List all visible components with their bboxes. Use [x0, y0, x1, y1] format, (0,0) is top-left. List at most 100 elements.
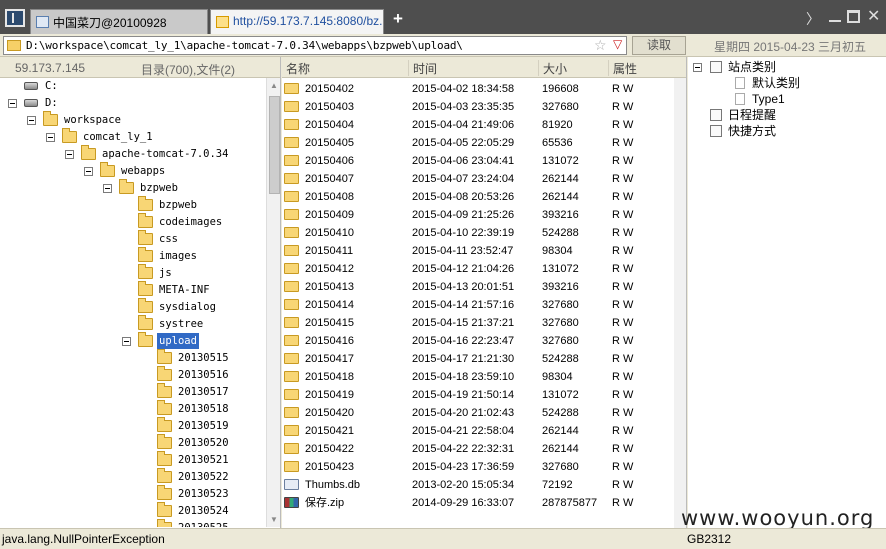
collapse-toggle-icon[interactable] [8, 99, 17, 108]
tree-node-label: 20130517 [178, 386, 229, 398]
encoding-label[interactable]: GB2312 [687, 532, 731, 546]
new-tab-plus-icon[interactable]: + [390, 10, 406, 28]
tree-node[interactable]: bzpweb [0, 196, 260, 214]
collapse-toggle-icon[interactable] [84, 167, 93, 176]
file-row[interactable]: 20150417 2015-04-17 21:21:30 524288 R W [282, 350, 674, 368]
file-attr: R W [612, 83, 634, 95]
close-icon[interactable]: ✕ [867, 9, 883, 25]
file-row[interactable]: 20150413 2015-04-13 20:01:51 393216 R W [282, 278, 674, 296]
folder-icon [62, 128, 77, 143]
column-name[interactable]: 名称 [282, 60, 310, 76]
collapse-toggle-icon[interactable] [122, 337, 131, 346]
file-row[interactable]: 20150403 2015-04-03 23:35:35 327680 R W [282, 98, 674, 116]
collapse-toggle-icon[interactable] [27, 116, 36, 125]
tree-node[interactable]: 20130525 [0, 519, 260, 527]
site-tree-node[interactable]: 快捷方式 [688, 123, 878, 139]
file-row[interactable]: 20150404 2015-04-04 21:49:06 81920 R W [282, 116, 674, 134]
file-list-scrollbar[interactable] [674, 78, 686, 528]
tree-node[interactable]: webapps [0, 162, 260, 180]
tree-node[interactable]: css [0, 230, 260, 248]
file-row[interactable]: 20150419 2015-04-19 21:50:14 131072 R W [282, 386, 674, 404]
tree-node-label: 20130522 [178, 471, 229, 483]
tree-node-label: 20130515 [178, 352, 229, 364]
file-row[interactable]: 20150414 2015-04-14 21:57:16 327680 R W [282, 296, 674, 314]
tree-node[interactable]: C: [0, 78, 260, 95]
path-input[interactable]: D:\workspace\comcat_ly_1\apache-tomcat-7… [3, 36, 627, 55]
title-bar: 中国菜刀@20100928 http://59.173.7.145:8080/b… [0, 0, 886, 34]
tree-node[interactable]: codeimages [0, 213, 260, 231]
tree-node[interactable]: apache-tomcat-7.0.34 [0, 145, 260, 163]
tree-node[interactable]: 20130524 [0, 502, 260, 520]
file-row[interactable]: 20150402 2015-04-02 18:34:58 196608 R W [282, 80, 674, 98]
site-tree-node[interactable]: Type1 [688, 91, 878, 107]
tree-node[interactable]: 20130518 [0, 400, 260, 418]
file-row[interactable]: 20150420 2015-04-20 21:02:43 524288 R W [282, 404, 674, 422]
file-row[interactable]: 20150412 2015-04-12 21:04:26 131072 R W [282, 260, 674, 278]
read-button[interactable]: 读取 [632, 36, 686, 55]
file-time: 2015-04-14 21:57:16 [412, 299, 515, 311]
file-size: 98304 [542, 245, 573, 257]
scroll-thumb[interactable] [269, 96, 280, 194]
tree-node[interactable]: bzpweb [0, 179, 260, 197]
scroll-up-icon[interactable]: ▲ [270, 81, 278, 90]
minimize-icon[interactable] [827, 9, 843, 25]
scroll-down-icon[interactable]: ▼ [270, 515, 278, 524]
tree-node[interactable]: 20130523 [0, 485, 260, 503]
tree-node[interactable]: 20130516 [0, 366, 260, 384]
tree-node[interactable]: comcat_ly_1 [0, 128, 260, 146]
site-tree-node[interactable]: 站点类别 [688, 59, 878, 75]
column-attr[interactable]: 属性 [608, 60, 637, 76]
file-row[interactable]: 20150415 2015-04-15 21:37:21 327680 R W [282, 314, 674, 332]
tree-node[interactable]: D: [0, 95, 260, 112]
collapse-toggle-icon[interactable] [693, 63, 702, 72]
tree-node[interactable]: sysdialog [0, 298, 260, 316]
file-row[interactable]: 20150408 2015-04-08 20:53:26 262144 R W [282, 188, 674, 206]
page-icon [735, 77, 745, 89]
collapse-toggle-icon[interactable] [103, 184, 112, 193]
file-row[interactable]: 20150421 2015-04-21 22:58:04 262144 R W [282, 422, 674, 440]
file-row[interactable]: 20150409 2015-04-09 21:25:26 393216 R W [282, 206, 674, 224]
tree-node[interactable]: 20130521 [0, 451, 260, 469]
tree-node[interactable]: 20130520 [0, 434, 260, 452]
file-row[interactable]: 20150407 2015-04-07 23:24:04 262144 R W [282, 170, 674, 188]
star-icon[interactable]: ☆ [594, 37, 607, 54]
tree-node-label: systree [159, 318, 204, 330]
file-row[interactable]: 20150406 2015-04-06 23:04:41 131072 R W [282, 152, 674, 170]
tree-scrollbar[interactable]: ▲ ▼ [266, 78, 280, 527]
file-row[interactable]: 20150422 2015-04-22 22:32:31 262144 R W [282, 440, 674, 458]
file-row[interactable]: 20150411 2015-04-11 23:52:47 98304 R W [282, 242, 674, 260]
site-tree-node[interactable]: 日程提醒 [688, 107, 878, 123]
tree-node[interactable]: 20130519 [0, 417, 260, 435]
file-row[interactable]: 20150410 2015-04-10 22:39:19 524288 R W [282, 224, 674, 242]
maximize-icon[interactable] [847, 10, 860, 23]
file-row[interactable]: 保存.zip 2014-09-29 16:33:07 287875877 R W [282, 494, 674, 512]
file-name: 20150403 [305, 101, 354, 113]
collapse-toggle-icon[interactable] [65, 150, 74, 159]
tab-caidao[interactable]: 中国菜刀@20100928 [30, 9, 208, 34]
tree-node[interactable]: 20130515 [0, 349, 260, 367]
tree-node[interactable]: js [0, 264, 260, 282]
tree-node[interactable]: images [0, 247, 260, 265]
site-tree-node[interactable]: 默认类别 [688, 75, 878, 91]
tree-node[interactable]: 20130522 [0, 468, 260, 486]
column-time[interactable]: 时间 [408, 60, 437, 76]
file-row[interactable]: 20150416 2015-04-16 22:23:47 327680 R W [282, 332, 674, 350]
tree-node[interactable]: upload [0, 332, 260, 350]
app-icon[interactable] [5, 9, 25, 27]
tab-shell-url[interactable]: http://59.173.7.145:8080/bz... [210, 9, 384, 34]
file-row[interactable]: 20150405 2015-04-05 22:05:29 65536 R W [282, 134, 674, 152]
file-row[interactable]: 20150423 2015-04-23 17:36:59 327680 R W [282, 458, 674, 476]
dropdown-arrow-icon[interactable]: ▽ [613, 37, 622, 51]
tree-node[interactable]: META-INF [0, 281, 260, 299]
folder-icon [284, 119, 299, 130]
collapse-toggle-icon[interactable] [46, 133, 55, 142]
chevron-right-icon[interactable]: 〉 [806, 9, 822, 27]
file-row[interactable]: Thumbs.db 2013-02-20 15:05:34 72192 R W [282, 476, 674, 494]
column-size[interactable]: 大小 [538, 60, 567, 76]
file-row[interactable]: 20150418 2015-04-18 23:59:10 98304 R W [282, 368, 674, 386]
tree-node[interactable]: workspace [0, 111, 260, 129]
file-time: 2015-04-16 22:23:47 [412, 335, 515, 347]
tree-node-label: sysdialog [159, 301, 216, 313]
tree-node[interactable]: systree [0, 315, 260, 333]
tree-node[interactable]: 20130517 [0, 383, 260, 401]
